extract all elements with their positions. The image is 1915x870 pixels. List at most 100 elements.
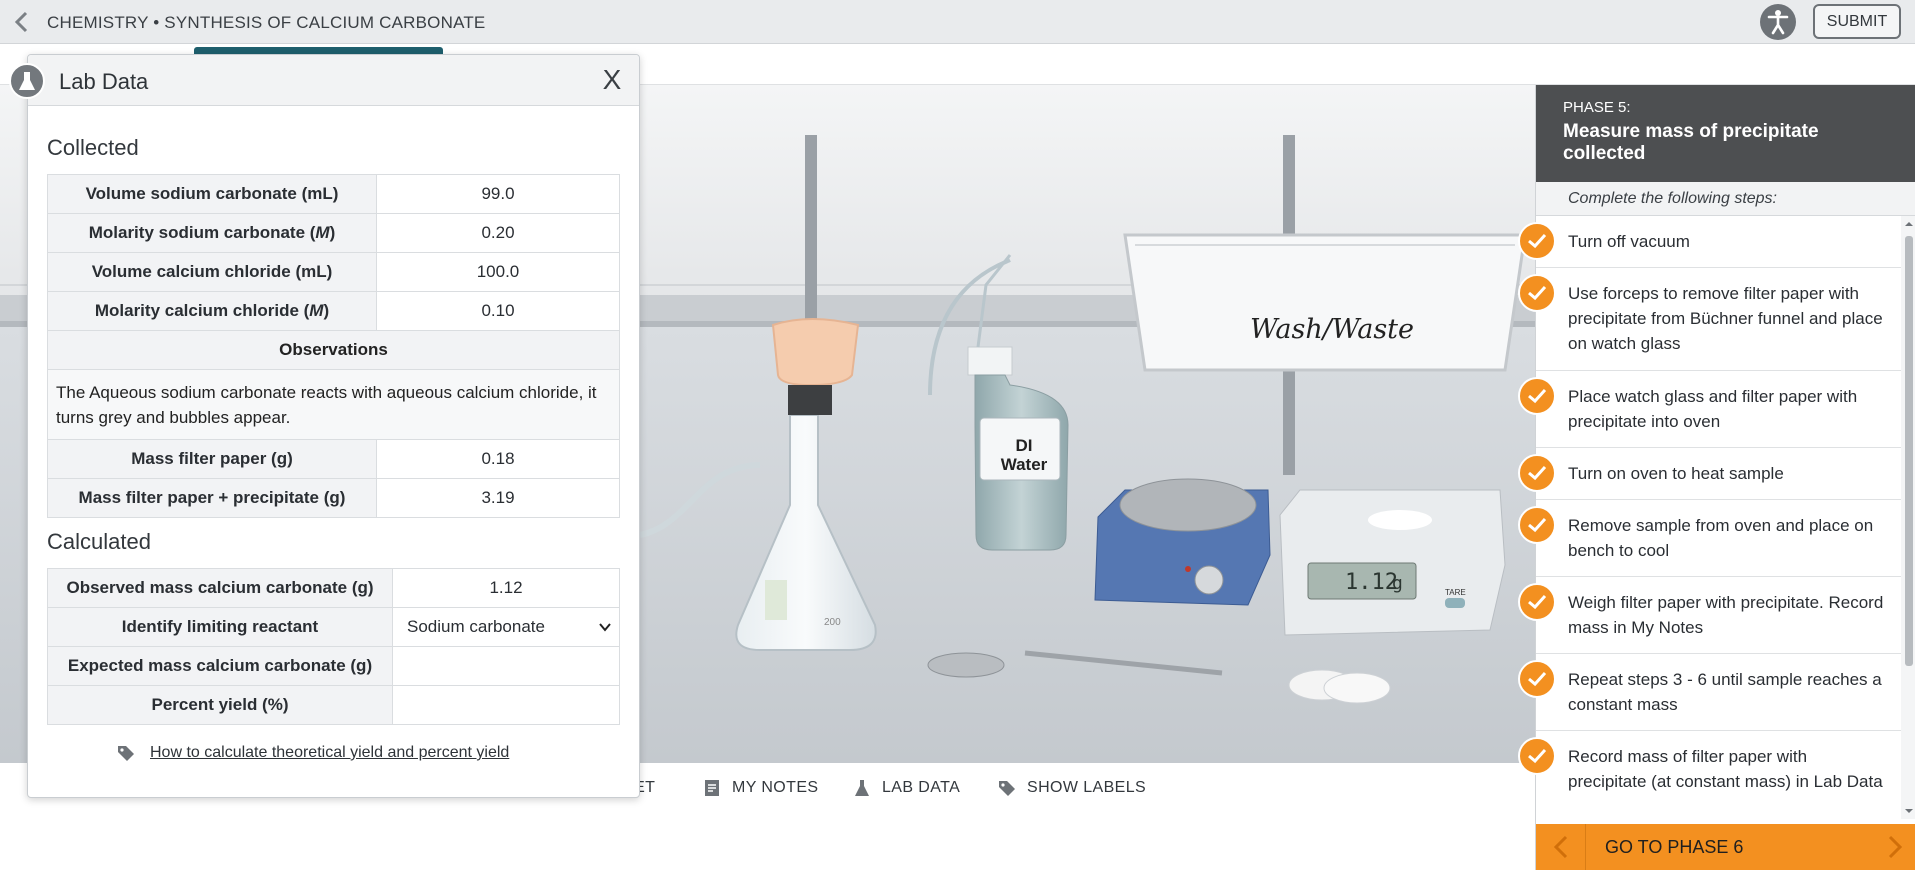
back-arrow-icon[interactable] xyxy=(10,9,34,35)
phase-header: PHASE 5: Measure mass of precipitate col… xyxy=(1536,85,1915,182)
table-row: Identify limiting reactant Sodium carbon… xyxy=(47,607,620,647)
calculated-heading: Calculated xyxy=(47,529,151,554)
list-item: Remove sample from oven and place on ben… xyxy=(1518,500,1901,577)
expected-mass-input[interactable] xyxy=(392,646,620,686)
limiting-reactant-select[interactable]: Sodium carbonate xyxy=(392,607,620,647)
list-item: Turn off vacuum xyxy=(1518,216,1901,268)
step-text: Turn on oven to heat sample xyxy=(1568,464,1784,483)
checkmark-icon xyxy=(1518,737,1556,775)
next-phase-button[interactable] xyxy=(1876,824,1915,870)
close-button[interactable]: X xyxy=(598,65,626,95)
svg-text:DI: DI xyxy=(1016,436,1033,455)
submit-button[interactable]: SUBMIT xyxy=(1813,4,1901,39)
table-row: Mass filter paper (g) 0.18 xyxy=(47,439,620,479)
lab-data-panel: Lab Data X Collected Volume sodium carbo… xyxy=(9,54,640,798)
row-value[interactable]: 99.0 xyxy=(376,174,620,214)
lab-data-header: Lab Data X xyxy=(9,55,639,106)
svg-text:Water: Water xyxy=(1001,455,1048,474)
row-label: Identify limiting reactant xyxy=(47,607,393,647)
my-notes-button[interactable]: MY NOTES xyxy=(702,775,818,801)
chevron-down-icon xyxy=(599,623,611,632)
show-labels-label: SHOW LABELS xyxy=(1027,779,1147,796)
step-text: Remove sample from oven and place on ben… xyxy=(1568,516,1874,560)
page-title: CHEMISTRY • SYNTHESIS OF CALCIUM CARBONA… xyxy=(47,13,486,32)
row-label: Molarity calcium chloride (M) xyxy=(47,291,377,331)
lab-data-button[interactable]: LAB DATA xyxy=(852,775,960,801)
row-value[interactable]: 1.12 xyxy=(392,568,620,608)
collected-table: Volume sodium carbonate (mL) 99.0 Molari… xyxy=(47,174,620,518)
checkmark-icon xyxy=(1518,222,1556,260)
notes-icon xyxy=(705,780,719,796)
observations-text[interactable]: The Aqueous sodium carbonate reacts with… xyxy=(47,369,620,440)
row-label: Volume calcium chloride (mL) xyxy=(47,252,377,292)
step-text: Turn off vacuum xyxy=(1568,232,1690,251)
table-row: The Aqueous sodium carbonate reacts with… xyxy=(47,369,620,440)
step-text: Record mass of filter paper with precipi… xyxy=(1568,747,1883,791)
observations-label: Observations xyxy=(47,330,620,370)
row-value[interactable]: 0.20 xyxy=(376,213,620,253)
table-row: Volume calcium chloride (mL) 100.0 xyxy=(47,252,620,292)
row-label: Percent yield (%) xyxy=(47,685,393,725)
table-row: Percent yield (%) xyxy=(47,685,620,725)
checkmark-icon xyxy=(1518,377,1556,415)
table-row: Mass filter paper + precipitate (g) 3.19 xyxy=(47,478,620,518)
phase-label: PHASE 5: xyxy=(1563,99,1631,116)
phase-title: Measure mass of precipitate collected xyxy=(1563,121,1819,164)
wash-waste-label: Wash/Waste xyxy=(1250,314,1414,345)
row-value[interactable]: 0.18 xyxy=(376,439,620,479)
row-label: Mass filter paper (g) xyxy=(47,439,377,479)
help-link[interactable]: How to calculate theoretical yield and p… xyxy=(116,743,509,763)
lab-data-label: LAB DATA xyxy=(882,779,961,796)
step-text: Use forceps to remove filter paper with … xyxy=(1568,284,1883,353)
tag-icon xyxy=(999,781,1015,796)
analytical-balance xyxy=(1279,489,1506,636)
list-item: Use forceps to remove filter paper with … xyxy=(1518,268,1901,371)
row-value[interactable]: 100.0 xyxy=(376,252,620,292)
checkmark-icon xyxy=(1518,506,1556,544)
previous-phase-button[interactable] xyxy=(1536,824,1586,870)
step-text: Place watch glass and filter paper with … xyxy=(1568,387,1858,431)
percent-yield-input[interactable] xyxy=(392,685,620,725)
lab-data-title: Lab Data xyxy=(59,69,149,94)
collected-heading: Collected xyxy=(47,135,139,160)
top-bar: CHEMISTRY • SYNTHESIS OF CALCIUM CARBONA… xyxy=(0,0,1915,44)
list-item: Place watch glass and filter paper with … xyxy=(1518,371,1901,448)
table-row: Observed mass calcium carbonate (g) 1.12 xyxy=(47,568,620,608)
scroll-down-icon[interactable] xyxy=(1904,806,1914,816)
svg-text:1.12: 1.12 xyxy=(1345,570,1398,595)
row-label: Mass filter paper + precipitate (g) xyxy=(47,478,377,518)
scroll-thumb[interactable] xyxy=(1905,236,1913,666)
checkmark-icon xyxy=(1518,660,1556,698)
chevron-left-icon xyxy=(1553,835,1568,859)
next-phase-label[interactable]: GO TO PHASE 6 xyxy=(1605,837,1743,858)
row-value[interactable]: 0.10 xyxy=(376,291,620,331)
step-text: Weigh filter paper with precipitate. Rec… xyxy=(1568,593,1884,637)
my-notes-label: MY NOTES xyxy=(732,779,819,796)
row-value[interactable]: 3.19 xyxy=(376,478,620,518)
checkmark-icon xyxy=(1518,583,1556,621)
phase-footer: GO TO PHASE 6 xyxy=(1536,824,1915,870)
list-item: Turn on oven to heat sample xyxy=(1518,448,1901,500)
steps-scrollbar[interactable] xyxy=(1901,216,1915,819)
steps-list: Turn off vacuum Use forceps to remove fi… xyxy=(1518,216,1901,819)
help-link-text: How to calculate theoretical yield and p… xyxy=(150,744,510,761)
flask-icon xyxy=(9,63,45,99)
select-value: Sodium carbonate xyxy=(407,617,545,636)
show-labels-button[interactable]: SHOW LABELS xyxy=(997,775,1146,801)
table-row: Expected mass calcium carbonate (g) xyxy=(47,646,620,686)
scroll-up-icon[interactable] xyxy=(1904,219,1914,229)
list-item: Weigh filter paper with precipitate. Rec… xyxy=(1518,577,1901,654)
table-row: Molarity calcium chloride (M) 0.10 xyxy=(47,291,620,331)
row-label: Volume sodium carbonate (mL) xyxy=(47,174,377,214)
tag-icon xyxy=(118,746,134,761)
watch-glass xyxy=(927,652,1005,678)
accessibility-icon[interactable] xyxy=(1760,4,1796,40)
table-row: Volume sodium carbonate (mL) 99.0 xyxy=(47,174,620,214)
row-label: Expected mass calcium carbonate (g) xyxy=(47,646,393,686)
table-row: Molarity sodium carbonate (M) 0.20 xyxy=(47,213,620,253)
row-label: Molarity sodium carbonate (M) xyxy=(47,213,377,253)
svg-text:200: 200 xyxy=(824,617,841,628)
phase-subtitle: Complete the following steps: xyxy=(1536,182,1915,216)
svg-text:g: g xyxy=(1392,573,1403,594)
filter-paper xyxy=(1323,672,1391,704)
